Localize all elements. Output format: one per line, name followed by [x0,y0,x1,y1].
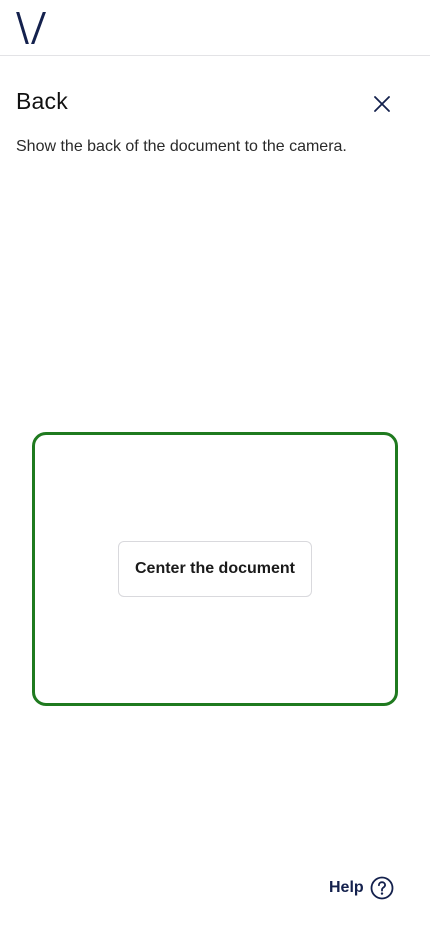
top-bar [0,0,430,56]
help-button[interactable]: Help [329,874,394,902]
instruction-text: Show the back of the document to the cam… [16,138,347,155]
brand-v-logo-icon [16,12,46,44]
help-label: Help [329,879,364,896]
close-icon [374,96,390,112]
center-document-hint: Center the document [118,541,312,597]
close-button[interactable] [370,92,394,116]
page-title: Back [16,88,68,114]
document-capture-screen: Back Show the back of the document to th… [0,0,430,932]
question-circle-icon [370,876,394,900]
